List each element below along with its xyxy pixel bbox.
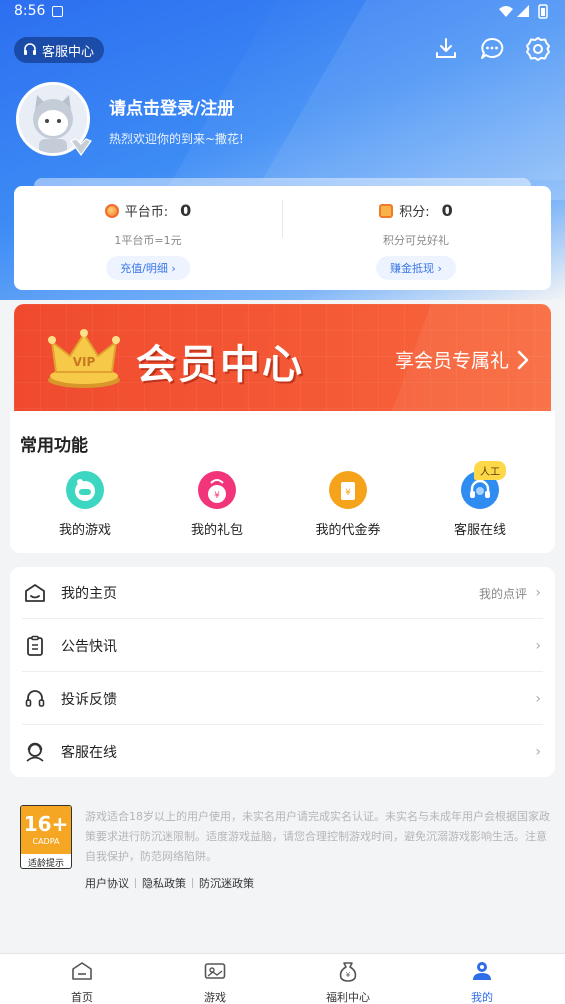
- points-icon: [379, 203, 394, 218]
- tab-profile[interactable]: 我的: [442, 960, 522, 1004]
- tab-label: 首页: [71, 991, 93, 1004]
- coin-value: 0: [180, 201, 192, 220]
- welcome-text: 热烈欢迎你的到来~撒花!: [109, 132, 244, 146]
- menu-item-feedback[interactable]: 投诉反馈 ›: [10, 673, 555, 725]
- clipboard-icon: [27, 635, 43, 656]
- chevron-right-icon: ›: [535, 691, 541, 707]
- divider: [135, 878, 136, 888]
- menu-list: 我的主页 我的点评 › 公告快讯 › 投诉反馈 › 客服在线 ›: [10, 567, 555, 777]
- header-actions: [433, 36, 551, 62]
- points-section: 积分: 0 积分可兑好礼 赚金抵现 ›: [282, 186, 550, 290]
- status-time: 8:56: [14, 3, 46, 19]
- platform-coin-section: 平台币: 0 1平台币=1元 充值/明细 ›: [14, 186, 282, 290]
- tab-label: 福利中心: [326, 991, 370, 1004]
- points-value: 0: [441, 201, 453, 220]
- tab-games[interactable]: 游戏: [175, 960, 255, 1004]
- section-title: 常用功能: [20, 436, 88, 456]
- tab-label: 游戏: [204, 991, 226, 1004]
- svg-text:¥: ¥: [346, 971, 351, 979]
- age-rating: 16+: [23, 812, 69, 836]
- home-icon: [25, 584, 45, 602]
- online-service-button[interactable]: 客服在线: [420, 471, 540, 538]
- status-icons: [497, 4, 551, 24]
- tab-welfare[interactable]: ¥ 福利中心: [308, 960, 388, 1004]
- menu-item-online-service[interactable]: 客服在线 ›: [10, 726, 555, 778]
- welfare-tab-icon: ¥: [339, 962, 357, 982]
- coin-icon: [104, 203, 119, 218]
- recharge-button[interactable]: 充值/明细 ›: [106, 256, 190, 280]
- vip-subtitle-link[interactable]: 享会员专属礼: [395, 346, 529, 373]
- my-reviews-link[interactable]: 我的点评: [479, 585, 527, 602]
- my-vouchers-label: 我的代金券: [315, 523, 381, 538]
- status-bar: 8:56: [0, 0, 565, 24]
- divider: [22, 618, 543, 619]
- my-games-button[interactable]: 我的游戏: [25, 471, 145, 538]
- menu-label: 客服在线: [61, 745, 117, 761]
- message-icon[interactable]: [479, 36, 505, 62]
- age-caption: 适龄提示: [27, 859, 64, 869]
- vip-banner[interactable]: VIP 会员中心 享会员专属礼: [14, 304, 551, 412]
- headphones-icon: [25, 690, 45, 707]
- my-gifts-button[interactable]: ¥ 我的礼包: [157, 471, 277, 538]
- my-games-label: 我的游戏: [58, 523, 111, 538]
- menu-item-announcements[interactable]: 公告快讯 ›: [10, 620, 555, 672]
- my-gifts-label: 我的礼包: [190, 523, 243, 538]
- user-agreement-link[interactable]: 用户协议: [85, 875, 129, 891]
- vip-subtitle: 享会员专属礼: [394, 350, 509, 372]
- wallet-card: 平台币: 0 1平台币=1元 充值/明细 › 积分: 0 积分可兑好礼 赚金抵现…: [14, 186, 551, 290]
- chevron-right-icon: ›: [535, 585, 541, 601]
- policy-links: 用户协议 隐私政策 防沉迷政策: [85, 875, 254, 891]
- divider: [192, 878, 193, 888]
- home-tab-icon: [72, 962, 92, 980]
- menu-label: 投诉反馈: [61, 692, 117, 708]
- menu-item-homepage[interactable]: 我的主页 我的点评 ›: [10, 567, 555, 619]
- notification-icon: [52, 6, 63, 17]
- svg-text:¥: ¥: [345, 488, 351, 498]
- chevron-right-icon: ›: [535, 638, 541, 654]
- menu-label: 我的主页: [61, 586, 117, 602]
- chevron-right-icon: [517, 350, 529, 369]
- age-org: CADPA: [32, 837, 60, 846]
- points-note: 积分可兑好礼: [383, 234, 449, 247]
- common-functions-card: 常用功能 我的游戏 ¥ 我的礼包 ¥ 我的代金券 客服在线: [10, 411, 555, 553]
- age-rating-badge: 16+ CADPA 适龄提示: [20, 805, 72, 869]
- wifi-signal-battery-icon: [499, 4, 548, 19]
- points-label: 积分:: [399, 205, 430, 220]
- gamepad-icon: [66, 471, 104, 509]
- tab-home[interactable]: 首页: [42, 960, 122, 1004]
- profile-tab-icon: [473, 962, 491, 980]
- settings-icon[interactable]: [525, 36, 551, 62]
- svg-text:¥: ¥: [214, 491, 220, 501]
- download-icon[interactable]: [433, 36, 459, 62]
- login-prompt[interactable]: 请点击登录/注册: [109, 94, 234, 119]
- games-tab-icon: [204, 963, 226, 979]
- privacy-policy-link[interactable]: 隐私政策: [142, 875, 186, 891]
- crown-icon: VIP: [48, 329, 120, 388]
- earn-points-button[interactable]: 赚金抵现 ›: [376, 256, 456, 280]
- chevron-right-icon: ›: [535, 744, 541, 760]
- agent-icon: [26, 742, 44, 762]
- bottom-tab-bar: 首页 游戏 ¥ 福利中心 我的: [0, 953, 565, 1004]
- coin-label: 平台币:: [124, 205, 169, 220]
- svg-text:VIP: VIP: [73, 355, 96, 369]
- vip-badge-icon: [70, 138, 92, 156]
- human-service-badge: 人工: [474, 461, 506, 480]
- voucher-icon: ¥: [329, 471, 367, 509]
- customer-service-label: 客服中心: [42, 44, 95, 60]
- headset-icon: [24, 43, 36, 55]
- gift-icon: ¥: [198, 471, 236, 509]
- my-vouchers-button[interactable]: ¥ 我的代金券: [288, 471, 408, 538]
- customer-service-button[interactable]: 客服中心: [14, 37, 105, 63]
- anti-addiction-notice: 游戏适合18岁以上的用户使用，未实名用户请完成实名认证。未实名与未成年用户会根据…: [85, 810, 550, 863]
- online-service-label: 客服在线: [453, 523, 506, 538]
- menu-label: 公告快讯: [61, 639, 117, 655]
- vip-title: 会员中心: [136, 342, 304, 388]
- anti-addiction-policy-link[interactable]: 防沉迷政策: [199, 875, 254, 891]
- divider: [22, 724, 543, 725]
- divider: [22, 671, 543, 672]
- coin-rate: 1平台币=1元: [114, 234, 182, 247]
- tab-label: 我的: [471, 991, 493, 1004]
